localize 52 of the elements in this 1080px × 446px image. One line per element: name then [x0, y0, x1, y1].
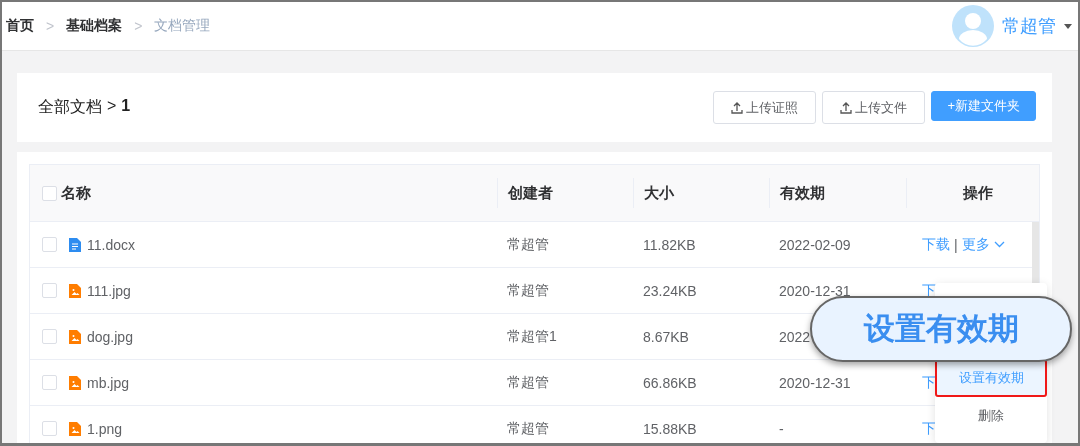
expiry-cell-text: -: [778, 420, 785, 437]
path-root[interactable]: 全部文档: [38, 97, 102, 118]
file-name[interactable]: mb.jpg: [87, 374, 130, 391]
upload-button[interactable]: 上传证照: [713, 91, 817, 124]
upload-button[interactable]: 上传文件: [822, 91, 926, 124]
file-name[interactable]: 11.docx: [87, 236, 135, 253]
creator-cell-text: 常超管: [506, 373, 550, 392]
file-name[interactable]: dog.jpg: [87, 328, 133, 345]
column-header: 有效期: [780, 183, 825, 203]
path-folder: 1: [121, 97, 131, 116]
caret-icon[interactable]: [1064, 23, 1072, 29]
size-cell-text: 8.67KB: [642, 328, 690, 345]
column-header: 大小: [644, 183, 674, 203]
column-header: 创建者: [508, 183, 553, 203]
image-file-icon: [69, 421, 81, 436]
creator-cell-text: 常超管: [506, 235, 550, 254]
expiry-cell-text: 2020-12-31: [778, 282, 852, 299]
row-checkbox[interactable]: [42, 329, 57, 344]
creator-cell-text: 常超管1: [506, 327, 558, 346]
creator-cell-text: 常超管: [506, 281, 550, 300]
document-icon: [69, 237, 81, 252]
menu-item[interactable]: 删除: [935, 397, 1047, 435]
column-header: 名称: [61, 183, 91, 203]
size-cell-text: 15.88KB: [642, 420, 698, 437]
breadcrumb-link[interactable]: 首页: [6, 17, 34, 35]
row-checkbox[interactable]: [42, 375, 57, 390]
image-file-icon: [69, 329, 81, 344]
row-checkbox[interactable]: [42, 283, 57, 298]
file-name[interactable]: 111.jpg: [87, 282, 131, 299]
file-name[interactable]: 1.png: [87, 420, 123, 437]
breadcrumb-link[interactable]: 基础档案: [66, 17, 123, 35]
breadcrumb-separator: >: [134, 18, 143, 34]
upload-icon: [840, 101, 853, 114]
size-cell-text: 23.24KB: [642, 282, 698, 299]
creator-cell-text: 常超管: [506, 419, 550, 438]
upload-icon: [731, 101, 744, 114]
select-all-checkbox[interactable]: [42, 185, 57, 201]
breadcrumb-separator: >: [46, 18, 55, 34]
column-header: 操作: [963, 183, 993, 203]
action-divider: |: [954, 236, 958, 253]
expiry-cell-text: 2022-02-09: [778, 236, 852, 253]
avatar-icon[interactable]: [952, 5, 994, 47]
image-file-icon: [69, 283, 81, 298]
size-cell-text: 11.82KB: [642, 236, 697, 253]
image-file-icon: [69, 375, 81, 390]
chevron-down-icon[interactable]: [993, 241, 1005, 248]
row-checkbox[interactable]: [42, 237, 57, 252]
expiry-cell-text: 2020-12-31: [778, 374, 852, 391]
row-checkbox[interactable]: [42, 421, 57, 436]
size-cell-text: 66.86KB: [642, 374, 698, 391]
path-separator: >: [107, 97, 117, 116]
zoom-callout: 设置有效期: [810, 296, 1072, 362]
